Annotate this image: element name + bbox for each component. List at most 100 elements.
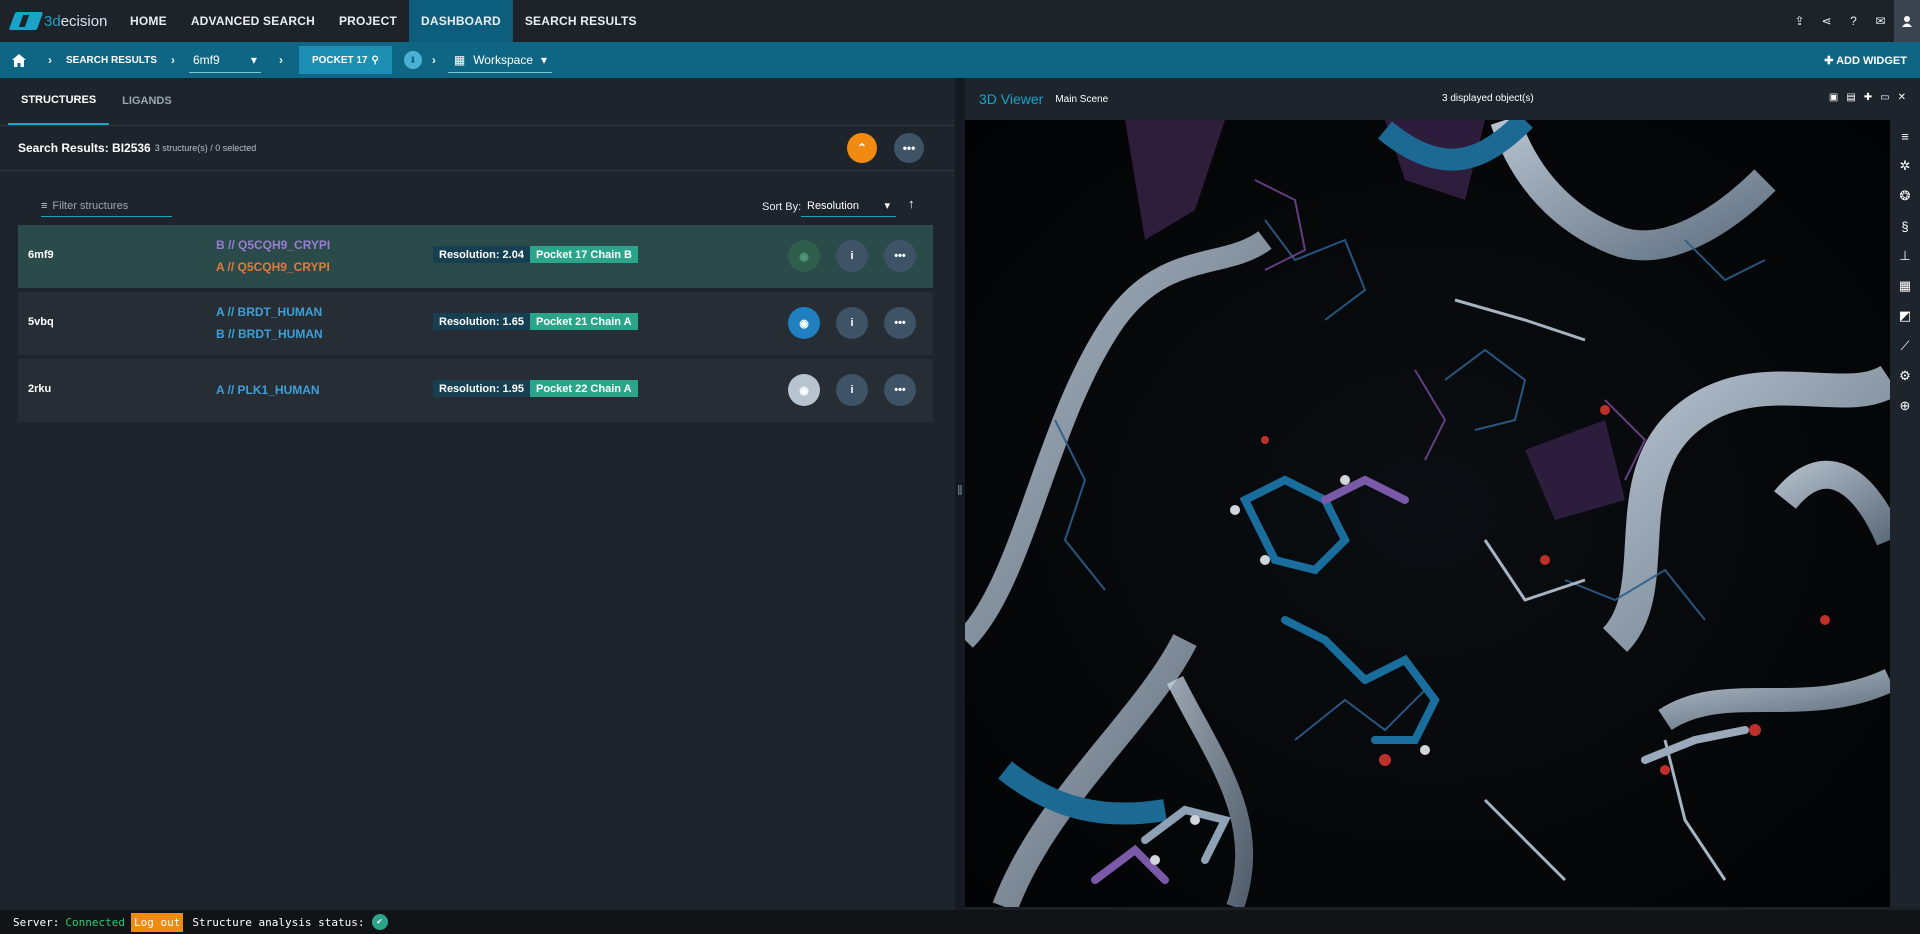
tab-ligands[interactable]: LIGANDS	[109, 77, 185, 125]
surface-icon[interactable]: ❂	[1895, 186, 1915, 206]
pocket-button[interactable]: POCKET 17 ⚲	[298, 46, 392, 74]
chat-icon[interactable]: ✉	[1867, 0, 1894, 42]
molecule-viewer-canvas[interactable]	[965, 120, 1890, 907]
table-row[interactable]: 2rku A // PLK1_HUMAN Resolution: 1.95 Po…	[18, 359, 933, 422]
close-icon[interactable]: ✕	[1898, 92, 1906, 103]
chevron-down-icon: ▾	[250, 52, 257, 67]
chain-link[interactable]: B // Q5CQH9_CRYPI	[216, 238, 330, 252]
chain-link[interactable]: B // BRDT_HUMAN	[216, 327, 323, 341]
map-marker-icon: ⚲	[371, 54, 379, 66]
toggle-visibility-button[interactable]: ◉	[788, 307, 820, 339]
row-more-button[interactable]: •••	[884, 307, 916, 339]
info-button[interactable]: i	[836, 374, 868, 406]
info-button[interactable]: i	[836, 307, 868, 339]
chevron-down-icon: ▾	[884, 200, 890, 212]
nav-dashboard[interactable]: DASHBOARD	[409, 0, 513, 42]
add-widget-button[interactable]: ✚ ADD WIDGET	[1824, 54, 1907, 67]
logo-brand-prefix: 3d	[44, 12, 61, 30]
image-icon[interactable]: ▣	[1829, 92, 1838, 103]
resolution-badge: Resolution: 2.04	[433, 246, 530, 263]
home-icon[interactable]	[0, 53, 38, 67]
info-icon: i	[850, 384, 854, 396]
collapse-button[interactable]: ⌃	[847, 133, 877, 163]
tab-structures[interactable]: STRUCTURES	[8, 77, 110, 125]
pocket-badge[interactable]: Pocket 21 Chain A	[530, 313, 638, 330]
share-icon[interactable]: ⋖	[1813, 0, 1840, 42]
results-more-button[interactable]: •••	[894, 133, 924, 163]
breadcrumb-search-results[interactable]: SEARCH RESULTS	[62, 55, 161, 66]
plus-icon[interactable]: ✚	[1864, 92, 1872, 103]
panel-tabs: STRUCTURES LIGANDS	[0, 78, 955, 126]
resolution-badge: Resolution: 1.95	[433, 380, 530, 397]
ruler-icon[interactable]: ⟋	[1895, 336, 1915, 356]
save-icon[interactable]: ▤	[1846, 92, 1855, 103]
target-icon[interactable]: ⊕	[1895, 396, 1915, 416]
gear-icon[interactable]: ⚙	[1895, 366, 1915, 386]
mesh-icon[interactable]: ▦	[1895, 276, 1915, 296]
eye-icon: ◉	[799, 250, 809, 263]
status-bar: Server: Connected Log out Structure anal…	[0, 910, 1920, 934]
structure-select-value: 6mf9	[192, 52, 220, 67]
user-icon[interactable]	[1894, 0, 1920, 42]
resolution-badge: Resolution: 1.65	[433, 313, 530, 330]
sort-direction-icon[interactable]: ↑	[908, 196, 915, 211]
check-icon: ✔	[371, 914, 388, 930]
results-header: Search Results: BI2536 3 structure(s) / …	[0, 126, 955, 171]
results-subtitle: 3 structure(s) / 0 selected	[154, 143, 257, 153]
viewer-toolbar: ≡ ✲ ❂ § ⊥ ▦ ◩ ⟋ ⚙ ⊕	[1890, 120, 1920, 907]
analysis-status-label: Structure analysis status:	[192, 915, 365, 929]
chain-link[interactable]: A // PLK1_HUMAN	[216, 383, 320, 397]
row-more-button[interactable]: •••	[884, 240, 916, 272]
panel-resize-handle[interactable]: ‖	[955, 78, 965, 910]
displayed-objects-count: 3 displayed object(s)	[1442, 93, 1534, 104]
table-row[interactable]: 5vbq A // BRDT_HUMAN B // BRDT_HUMAN Res…	[18, 292, 933, 355]
eye-icon: ◉	[799, 384, 809, 397]
monitor-icon[interactable]: ▭	[1880, 92, 1889, 103]
slab-icon[interactable]: ◩	[1895, 306, 1915, 326]
info-button[interactable]: i	[836, 240, 868, 272]
structure-id: 6mf9	[28, 249, 54, 261]
upload-icon[interactable]: ⇪	[1786, 0, 1813, 42]
nav-home[interactable]: HOME	[118, 0, 179, 42]
workspace-select[interactable]: ▦ Workspace ▾	[447, 47, 552, 73]
logout-button[interactable]: Log out	[130, 912, 184, 932]
chain-link[interactable]: A // BRDT_HUMAN	[216, 305, 322, 319]
chain-link[interactable]: A // Q5CQH9_CRYPI	[216, 260, 330, 274]
row-more-button[interactable]: •••	[884, 374, 916, 406]
sort-select-value: Resolution	[807, 199, 859, 212]
nav-project[interactable]: PROJECT	[327, 0, 409, 42]
hbond-icon[interactable]: ⊥	[1895, 246, 1915, 266]
top-navbar: 3decision HOME ADVANCED SEARCH PROJECT D…	[0, 0, 1920, 42]
chevron-right-icon: ›	[170, 53, 175, 67]
toggle-visibility-button[interactable]: ◉	[788, 240, 820, 272]
molecule-icon[interactable]: ✲	[1895, 156, 1915, 176]
more-icon: •••	[894, 384, 906, 396]
chevron-right-icon: ›	[278, 53, 283, 67]
viewer-scene[interactable]: Main Scene	[1055, 94, 1108, 105]
toggle-visibility-button[interactable]: ◉	[788, 374, 820, 406]
sort-label: Sort By:	[762, 201, 802, 213]
table-row[interactable]: 6mf9 B // Q5CQH9_CRYPI A // Q5CQH9_CRYPI…	[18, 225, 933, 288]
pocket-badge[interactable]: Pocket 17 Chain B	[530, 246, 638, 263]
sort-select[interactable]: Resolution ▾	[801, 195, 896, 217]
filter-structures-input[interactable]: ≡ Filter structures	[41, 195, 172, 217]
menu-icon[interactable]: ≡	[1895, 126, 1915, 146]
structure-select[interactable]: 6mf9 ▾	[188, 47, 261, 73]
more-icon: •••	[902, 141, 916, 155]
download-icon[interactable]: ⬇	[403, 51, 422, 69]
pocket-badge[interactable]: Pocket 22 Chain A	[530, 380, 638, 397]
plus-icon: ✚	[1824, 54, 1837, 67]
help-icon[interactable]: ?	[1840, 0, 1867, 42]
structure-id: 5vbq	[28, 316, 54, 328]
pocket-label: POCKET 17	[311, 54, 368, 66]
logo-brand-suffix: ecision	[60, 12, 108, 30]
app-logo[interactable]: 3decision	[0, 0, 118, 42]
info-icon: i	[850, 317, 854, 329]
grid-icon: ▦	[453, 52, 466, 67]
info-icon: i	[850, 250, 854, 262]
ribbon-icon[interactable]: §	[1895, 216, 1915, 236]
eye-icon: ◉	[799, 317, 809, 330]
nav-search-results[interactable]: SEARCH RESULTS	[513, 0, 649, 42]
more-icon: •••	[894, 250, 906, 262]
nav-advanced-search[interactable]: ADVANCED SEARCH	[179, 0, 327, 42]
